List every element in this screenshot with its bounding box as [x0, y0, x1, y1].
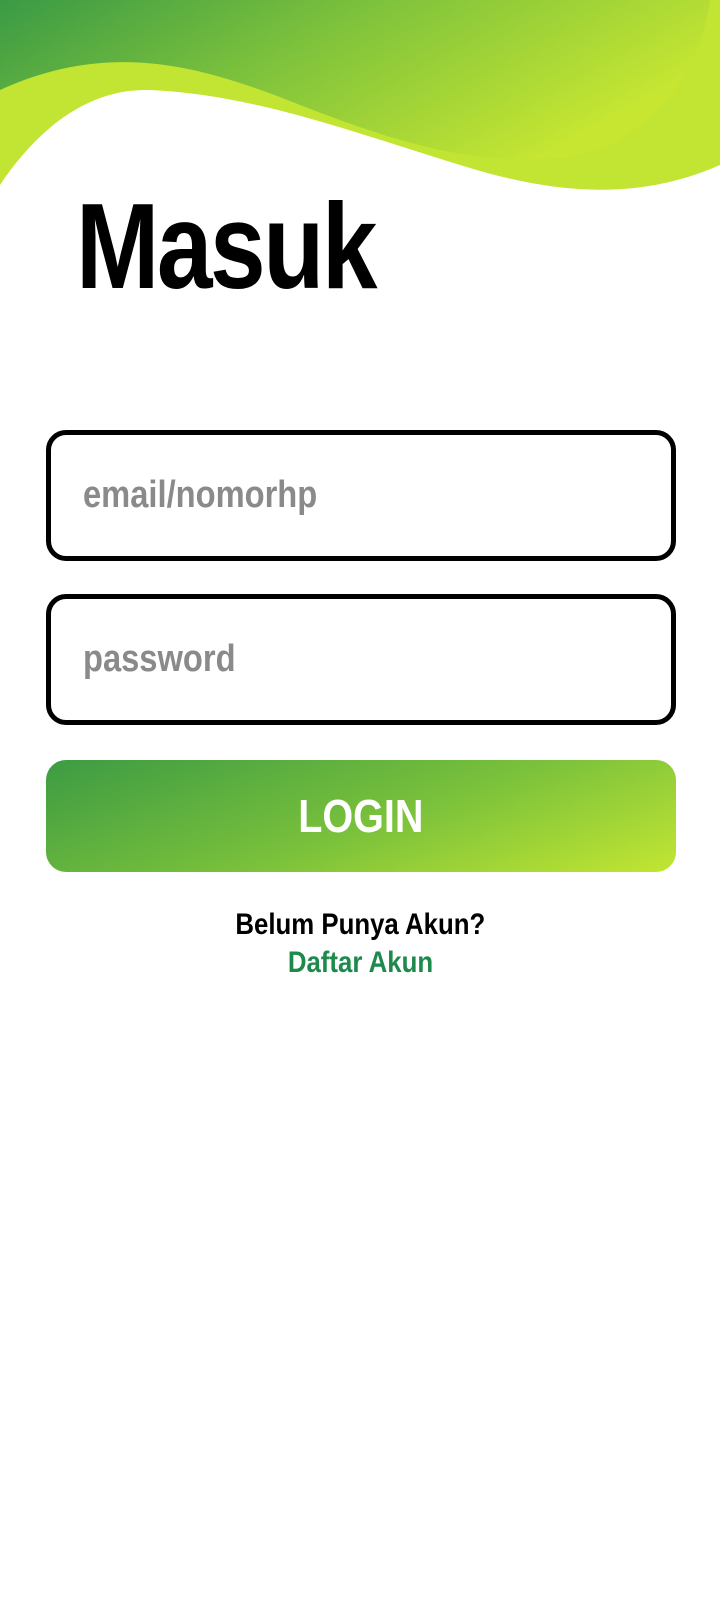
login-button-label: LOGIN: [298, 790, 424, 842]
login-screen: Masuk LOGIN Belum Punya Akun? Daftar Aku…: [0, 0, 720, 1600]
header-wave-decoration: [0, 0, 720, 190]
password-input[interactable]: [83, 638, 589, 681]
signup-prompt: Belum Punya Akun?: [0, 908, 720, 942]
password-field-container: [46, 594, 676, 725]
register-account-link-label: Daftar Akun: [287, 946, 433, 979]
email-input[interactable]: [83, 474, 589, 517]
register-account-link[interactable]: Daftar Akun: [0, 946, 720, 980]
page-title: Masuk: [76, 178, 378, 314]
login-button[interactable]: LOGIN: [46, 760, 676, 872]
email-field-container: [46, 430, 676, 561]
signup-prompt-text: Belum Punya Akun?: [235, 908, 485, 941]
